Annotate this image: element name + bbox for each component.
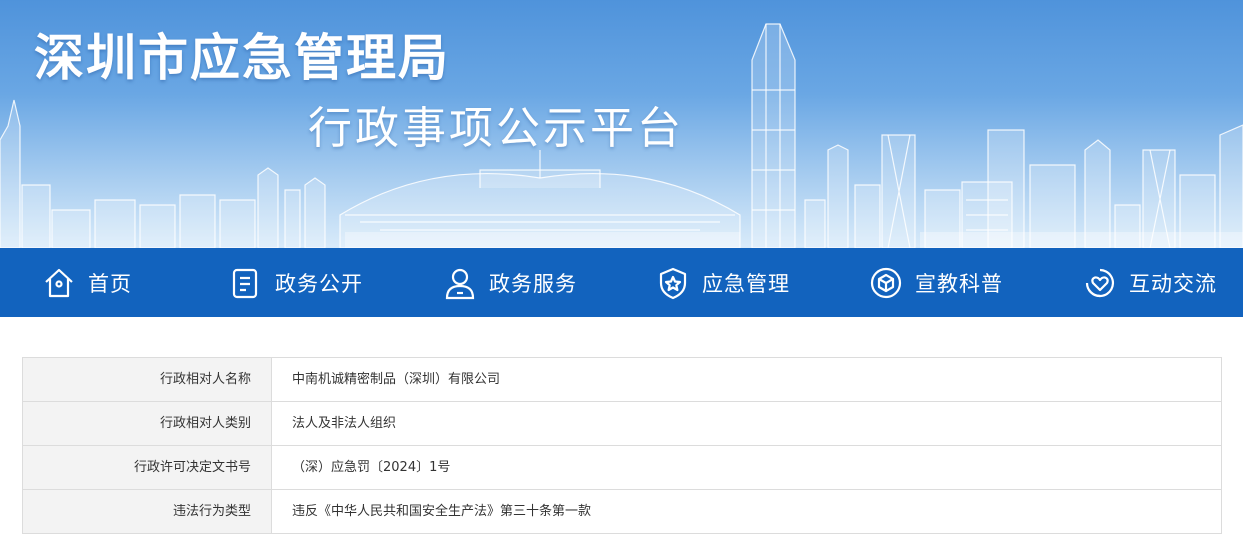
table-row: 行政相对人名称 中南机诚精密制品（深圳）有限公司 [22, 358, 1222, 402]
org-title: 深圳市应急管理局 [34, 29, 450, 87]
header-banner: 深圳市应急管理局 行政事项公示平台 [0, 0, 1243, 248]
nav-label: 政务公开 [275, 271, 363, 296]
row-value: 中南机诚精密制品（深圳）有限公司 [292, 372, 501, 387]
table-row: 行政许可决定文书号 （深）应急罚〔2024〕1号 [22, 446, 1222, 490]
main-nav: 首页 政务公开 政务服务 应急管理 宣教科普 互动交流 [0, 248, 1243, 317]
row-label: 行政相对人类别 [23, 402, 272, 445]
detail-table: 行政相对人名称 中南机诚精密制品（深圳）有限公司 行政相对人类别 法人及非法人组… [22, 357, 1222, 534]
nav-item-interaction[interactable]: 互动交流 [1083, 248, 1217, 317]
table-row: 违法行为类型 违反《中华人民共和国安全生产法》第三十条第一款 [22, 490, 1222, 534]
user-icon [445, 268, 475, 299]
nav-label: 首页 [88, 271, 132, 296]
nav-item-emergency-mgmt[interactable]: 应急管理 [656, 248, 790, 317]
nav-label: 互动交流 [1129, 271, 1217, 296]
nav-label: 宣教科普 [915, 271, 1003, 296]
row-label: 违法行为类型 [23, 490, 272, 533]
home-icon [45, 268, 73, 297]
shield-star-icon [659, 267, 687, 299]
row-label: 行政相对人名称 [23, 358, 272, 401]
platform-title: 行政事项公示平台 [308, 103, 684, 154]
document-icon [232, 268, 258, 298]
row-label: 行政许可决定文书号 [23, 446, 272, 489]
nav-item-gov-services[interactable]: 政务服务 [443, 248, 577, 317]
nav-item-public-affairs[interactable]: 政务公开 [229, 248, 363, 317]
table-row: 行政相对人类别 法人及非法人组织 [22, 402, 1222, 446]
heart-chat-icon [1085, 268, 1115, 297]
nav-item-home[interactable]: 首页 [42, 248, 132, 317]
nav-label: 政务服务 [489, 271, 577, 296]
row-value: 法人及非法人组织 [292, 416, 397, 431]
nav-label: 应急管理 [702, 271, 790, 296]
cube-icon [870, 267, 902, 298]
row-value: （深）应急罚〔2024〕1号 [292, 460, 451, 475]
row-value: 违反《中华人民共和国安全生产法》第三十条第一款 [292, 504, 592, 519]
nav-item-education[interactable]: 宣教科普 [869, 248, 1003, 317]
